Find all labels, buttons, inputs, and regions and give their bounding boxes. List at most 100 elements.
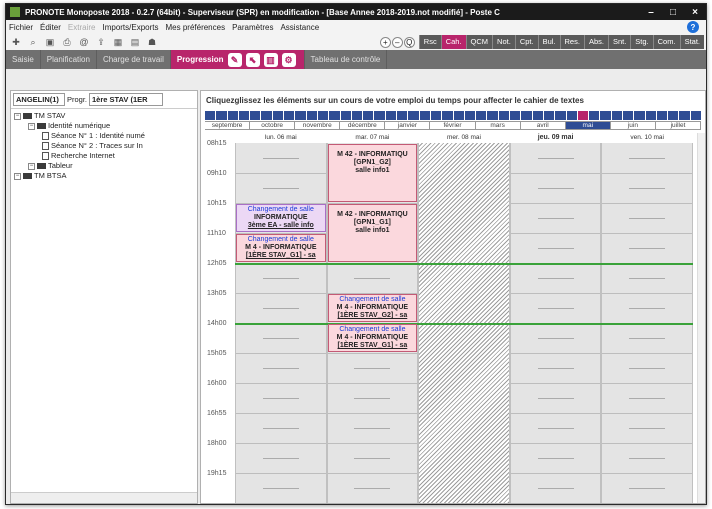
library-icon[interactable]: ▥ [263, 52, 278, 67]
course-block[interactable]: Changement de salle INFORMATIQUE 3ème EA -… [236, 204, 326, 232]
maximize-button[interactable]: □ [662, 7, 684, 18]
week-cell[interactable] [238, 111, 250, 120]
class-select[interactable]: 1ère STAV (1ER [89, 93, 164, 106]
menu-fichier[interactable]: Fichier [9, 23, 33, 32]
new-icon[interactable]: ✚ [9, 36, 23, 48]
menu-extraire[interactable]: Extraire [68, 23, 96, 32]
course-block[interactable]: M 42 - INFORMATIQU [GPN1_G2] salle info1 [327, 144, 418, 202]
week-cell[interactable] [510, 111, 521, 120]
week-cell[interactable] [634, 111, 645, 120]
week-cell[interactable] [374, 111, 385, 120]
week-cell[interactable] [385, 111, 397, 120]
collapse-toggle-icon[interactable]: − [14, 172, 21, 180]
month-4[interactable]: janvier [385, 122, 431, 129]
menu-imports-exports[interactable]: Imports/Exports [102, 23, 158, 32]
week-cell[interactable] [227, 111, 238, 120]
course-block[interactable]: M 42 - INFORMATIQU [GPN1_G1] salle info1 [327, 204, 418, 262]
teacher-select[interactable]: ANGELIN(1) [13, 93, 65, 106]
tree-item[interactable]: Séance N° 2 : Traces sur In [14, 141, 194, 151]
horizontal-scrollbar[interactable] [11, 492, 197, 503]
edit-pencil-icon[interactable]: ✎ [227, 52, 242, 67]
email-icon[interactable]: @ [77, 36, 91, 48]
week-cell[interactable] [577, 111, 589, 120]
week-cell[interactable] [453, 111, 464, 120]
week-cell[interactable] [679, 111, 690, 120]
zoom-in-button[interactable]: + [379, 36, 391, 48]
tree-item[interactable]: − Tableur [14, 161, 194, 171]
collapse-toggle-icon[interactable]: − [14, 112, 21, 120]
tab-saisie[interactable]: Saisie [6, 50, 41, 69]
collapse-toggle-icon[interactable]: − [28, 162, 35, 170]
collapse-toggle-icon[interactable]: − [28, 122, 35, 130]
week-cell[interactable] [589, 111, 600, 120]
menu-editer[interactable]: Éditer [40, 23, 61, 32]
tree-item[interactable]: − Identité numérique [14, 121, 194, 131]
week-cell[interactable] [295, 111, 306, 120]
week-cell[interactable] [566, 111, 577, 120]
week-cell[interactable] [645, 111, 656, 120]
module-tab-not[interactable]: Not. [492, 35, 515, 49]
tab-progression[interactable]: Progression ✎ ⬉ ▥ ⚙ [170, 50, 305, 69]
week-cell[interactable] [521, 111, 532, 120]
select-cursor-icon[interactable]: ⬉ [245, 52, 260, 67]
module-tab-abs[interactable]: Abs. [583, 35, 608, 49]
day-header[interactable]: jeu. 09 mai [510, 133, 602, 143]
menu-preferences[interactable]: Mes préférences [166, 23, 226, 32]
week-cell[interactable] [442, 111, 453, 120]
help-icon[interactable]: ? [687, 21, 699, 33]
day-header[interactable]: mer. 08 mai [418, 133, 510, 143]
week-cell[interactable] [261, 111, 272, 120]
week-cell[interactable] [317, 111, 329, 120]
grid-icon[interactable]: ▦ [111, 36, 125, 48]
tab-planification[interactable]: Planification [41, 50, 97, 69]
month-9[interactable]: juin [611, 122, 656, 129]
week-cell[interactable] [464, 111, 476, 120]
week-cell[interactable] [340, 111, 351, 120]
week-cell[interactable] [351, 111, 363, 120]
week-cell[interactable] [611, 111, 622, 120]
module-tab-snt[interactable]: Snt. [607, 35, 631, 49]
week-cell[interactable] [690, 111, 702, 120]
module-tab-stg[interactable]: Stg. [630, 35, 653, 49]
zoom-out-button[interactable]: – [391, 36, 403, 48]
week-cell[interactable] [205, 111, 216, 120]
close-button[interactable]: × [684, 7, 706, 18]
save-icon[interactable]: ▣ [43, 36, 57, 48]
week-cell[interactable] [363, 111, 374, 120]
minimize-button[interactable]: – [640, 7, 662, 18]
week-cell[interactable] [250, 111, 261, 120]
menu-parametres[interactable]: Paramètres [232, 23, 273, 32]
module-tab-qcm[interactable]: QCM [465, 35, 493, 49]
week-cell[interactable] [430, 111, 442, 120]
tab-charge-de-travail[interactable]: Charge de travail [97, 50, 171, 69]
week-cell[interactable] [498, 111, 510, 120]
export-icon[interactable]: ⇪ [94, 36, 108, 48]
course-block[interactable]: Changement de salle M 4 - INFORMATIQUE [1È… [236, 234, 326, 262]
week-cell[interactable] [656, 111, 668, 120]
week-cell[interactable] [600, 111, 611, 120]
module-tab-stat[interactable]: Stat. [679, 35, 704, 49]
week-cell[interactable] [555, 111, 566, 120]
month-1[interactable]: octobre [250, 122, 296, 129]
week-cell[interactable] [622, 111, 634, 120]
tree-item[interactable]: Recherche Internet [14, 151, 194, 161]
day-header[interactable]: mar. 07 mai [327, 133, 419, 143]
day-header[interactable]: ven. 10 mai [601, 133, 693, 143]
module-tab-com[interactable]: Com. [652, 35, 680, 49]
tree-item[interactable]: − TM STAV [14, 111, 194, 121]
week-cell[interactable] [329, 111, 340, 120]
tab-tableau-de-controle[interactable]: Tableau de contrôle [305, 50, 388, 69]
week-cell[interactable] [284, 111, 295, 120]
month-2[interactable]: novembre [295, 122, 341, 129]
week-cell[interactable] [306, 111, 317, 120]
week-cell[interactable] [476, 111, 487, 120]
module-tab-rsc[interactable]: Rsc [418, 35, 441, 49]
week-cell[interactable] [668, 111, 679, 120]
delete-icon[interactable]: ▤ [128, 36, 142, 48]
course-block[interactable]: Changement de salle M 4 - INFORMATIQUE [1È… [327, 324, 418, 352]
week-cell[interactable] [543, 111, 555, 120]
tree-item[interactable]: Séance N° 1 : Identité numé [14, 131, 194, 141]
module-tab-cpt[interactable]: Cpt. [514, 35, 538, 49]
month-3[interactable]: décembre [340, 122, 386, 129]
week-cell[interactable] [216, 111, 227, 120]
